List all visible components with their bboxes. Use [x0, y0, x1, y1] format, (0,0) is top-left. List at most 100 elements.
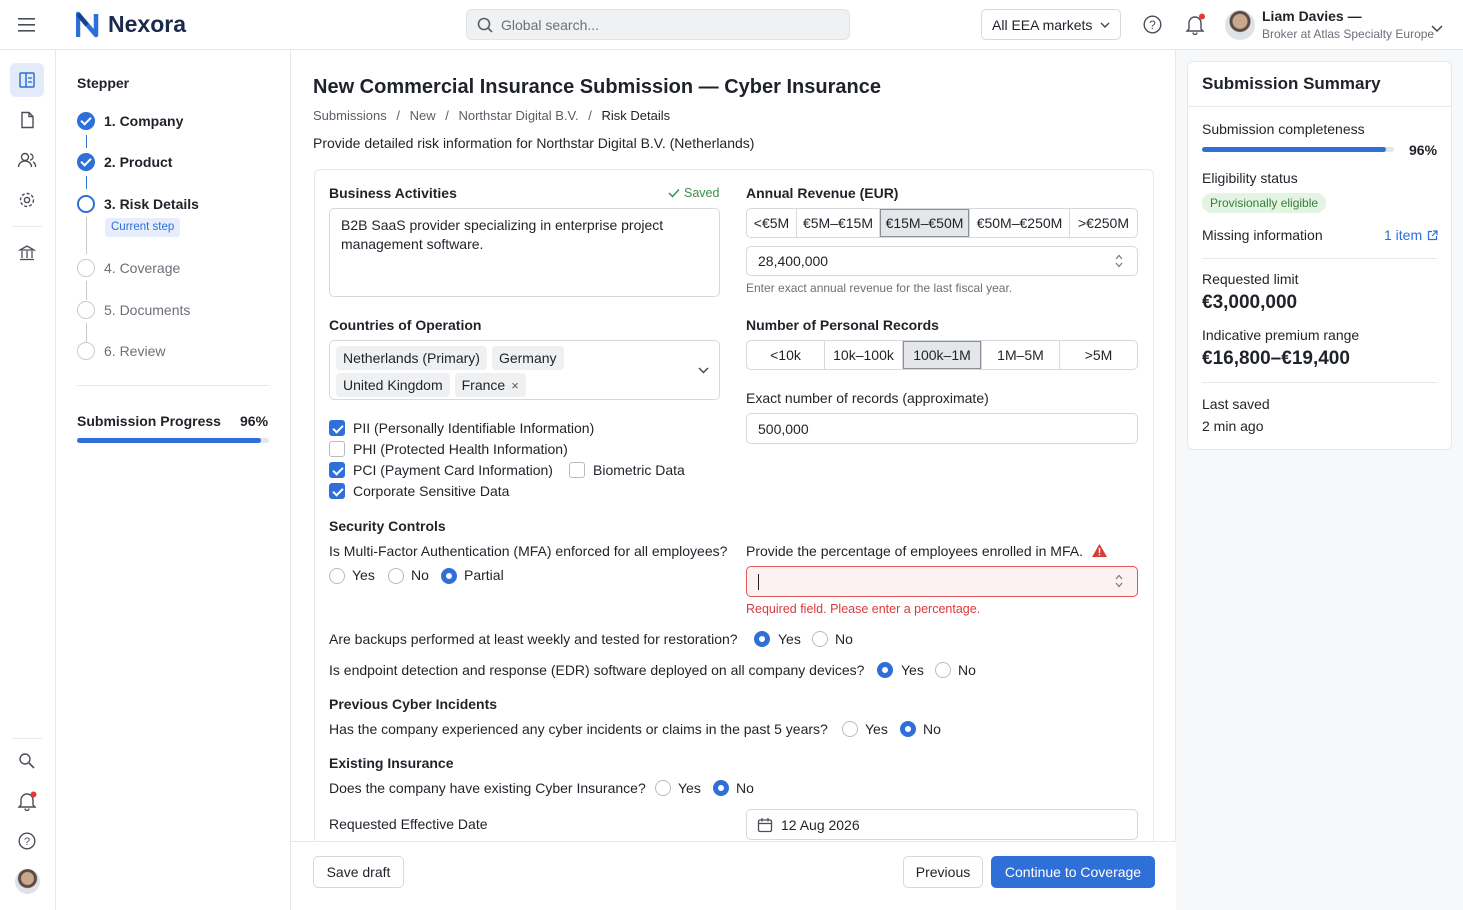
premium-label: Indicative premium range — [1202, 327, 1360, 343]
pii-label: PII (Personally Identifiable Information… — [353, 420, 595, 436]
avatar[interactable] — [1225, 10, 1255, 40]
records-option-lt10k[interactable]: <10k — [747, 341, 825, 369]
corporate-checkbox[interactable] — [329, 483, 345, 499]
incidents-yes-radio[interactable] — [842, 721, 858, 737]
countries-multiselect[interactable]: Netherlands (Primary) Germany United Kin… — [329, 340, 720, 400]
previous-button[interactable]: Previous — [903, 856, 983, 888]
rail-dashboard-icon[interactable] — [10, 63, 44, 97]
chevron-down-icon[interactable] — [698, 367, 709, 374]
effective-date-input[interactable]: 12 Aug 2026 — [746, 809, 1138, 840]
incidents-no-radio[interactable] — [900, 721, 916, 737]
incidents-no-label: No — [923, 721, 941, 737]
mfa-yes-label: Yes — [352, 567, 375, 583]
mfa-pct-error: Required field. Please enter a percentag… — [746, 602, 981, 616]
calendar-icon — [757, 817, 773, 832]
logo-icon — [75, 11, 102, 42]
svg-text:?: ? — [1149, 18, 1156, 32]
mfa-yes-radio[interactable] — [329, 568, 345, 584]
revenue-option-gt250[interactable]: >€250M — [1070, 209, 1137, 237]
mfa-partial-label: Partial — [464, 567, 504, 583]
rail-settings-icon[interactable] — [10, 183, 44, 217]
step-2-label[interactable]: 2. Product — [104, 154, 172, 170]
revenue-option-15-50[interactable]: €15M–€50M — [880, 209, 970, 237]
records-option-100k-1m[interactable]: 100k–1M — [903, 341, 982, 369]
menu-icon[interactable] — [17, 16, 37, 34]
limit-value: €3,000,000 — [1202, 292, 1298, 313]
backup-yes-radio[interactable] — [754, 631, 770, 647]
revenue-input[interactable]: 28,400,000 — [746, 246, 1138, 276]
user-menu-chevron-icon[interactable] — [1431, 20, 1443, 36]
search-input[interactable]: Global search... — [466, 9, 850, 40]
page-title: New Commercial Insurance Submission — Cy… — [313, 76, 881, 98]
save-draft-button[interactable]: Save draft — [313, 856, 404, 888]
business-textarea[interactable]: B2B SaaS provider specializing in enterp… — [329, 208, 720, 297]
revenue-option-50-250[interactable]: €50M–€250M — [970, 209, 1070, 237]
backup-yes-label: Yes — [778, 631, 801, 647]
bell-icon[interactable] — [1184, 13, 1206, 38]
existing-yes-radio[interactable] — [655, 780, 671, 796]
effective-date-label: Requested Effective Date — [329, 816, 488, 832]
country-chip-france-label: France — [461, 377, 506, 393]
user-name[interactable]: Liam Davies — — [1262, 8, 1362, 24]
breadcrumb-submissions[interactable]: Submissions — [313, 108, 387, 123]
pci-checkbox[interactable] — [329, 462, 345, 478]
records-segmented: <10k 10k–100k 100k–1M 1M–5M >5M — [746, 340, 1138, 370]
mfa-no-label: No — [411, 567, 429, 583]
icon-rail: ? — [0, 50, 56, 910]
revenue-option-lt5[interactable]: <€5M — [747, 209, 797, 237]
rail-document-icon[interactable] — [10, 103, 44, 137]
stepper-arrows-icon[interactable] — [1114, 573, 1124, 589]
biometric-checkbox[interactable] — [569, 462, 585, 478]
breadcrumb-current: Risk Details — [601, 108, 671, 123]
country-chip-germany: Germany — [491, 346, 564, 370]
backup-question: Are backups performed at least weekly an… — [329, 631, 738, 647]
breadcrumb: Submissions / New / Northstar Digital B.… — [313, 108, 671, 123]
rail-bank-icon[interactable] — [10, 236, 44, 270]
step-5-label[interactable]: 5. Documents — [104, 302, 190, 318]
brand-name[interactable]: Nexora — [108, 11, 186, 38]
warning-icon — [1091, 543, 1108, 561]
incidents-yes-label: Yes — [865, 721, 888, 737]
breadcrumb-company[interactable]: Northstar Digital B.V. — [458, 108, 578, 123]
market-label: All EEA markets — [992, 16, 1093, 33]
biometric-label: Biometric Data — [593, 462, 685, 478]
breadcrumb-new[interactable]: New — [410, 108, 436, 123]
rail-search-icon[interactable] — [10, 744, 44, 778]
mfa-pct-input[interactable] — [746, 566, 1138, 597]
rail-help-icon[interactable]: ? — [10, 824, 44, 858]
records-option-gt5m[interactable]: >5M — [1060, 341, 1137, 369]
records-option-1m-5m[interactable]: 1M–5M — [982, 341, 1060, 369]
completeness-bar-fill — [1202, 147, 1387, 152]
continue-button[interactable]: Continue to Coverage — [991, 856, 1155, 888]
records-label: Number of Personal Records — [746, 317, 939, 333]
rail-avatar[interactable] — [15, 869, 40, 894]
rail-notifications-icon[interactable] — [10, 784, 44, 818]
market-selector[interactable]: All EEA markets — [981, 9, 1121, 40]
last-saved-value: 2 min ago — [1202, 418, 1264, 434]
records-option-10k-100k[interactable]: 10k–100k — [825, 341, 903, 369]
stepper-arrows-icon[interactable] — [1114, 253, 1124, 269]
missing-link[interactable]: 1 item — [1384, 227, 1438, 243]
edr-yes-radio[interactable] — [877, 662, 893, 678]
existing-no-radio[interactable] — [713, 780, 729, 796]
edr-no-radio[interactable] — [935, 662, 951, 678]
step-6-label[interactable]: 6. Review — [104, 343, 165, 359]
mfa-no-radio[interactable] — [388, 568, 404, 584]
exact-records-input[interactable]: 500,000 — [746, 413, 1138, 444]
eligibility-badge: Provisionally eligible — [1202, 193, 1327, 213]
check-icon — [668, 188, 680, 198]
phi-checkbox[interactable] — [329, 441, 345, 457]
chevron-down-icon — [1100, 22, 1110, 28]
country-chip-france: France × — [454, 373, 526, 397]
backup-no-radio[interactable] — [812, 631, 828, 647]
mfa-partial-radio[interactable] — [441, 568, 457, 584]
revenue-option-5-15[interactable]: €5M–€15M — [797, 209, 880, 237]
step-6-pending-icon — [77, 342, 95, 360]
step-3-label[interactable]: 3. Risk Details — [104, 196, 199, 212]
step-4-label[interactable]: 4. Coverage — [104, 260, 180, 276]
remove-chip-icon[interactable]: × — [511, 378, 519, 393]
help-icon[interactable]: ? — [1143, 15, 1162, 37]
pii-checkbox[interactable] — [329, 420, 345, 436]
step-1-label[interactable]: 1. Company — [104, 113, 183, 129]
rail-users-icon[interactable] — [10, 143, 44, 177]
